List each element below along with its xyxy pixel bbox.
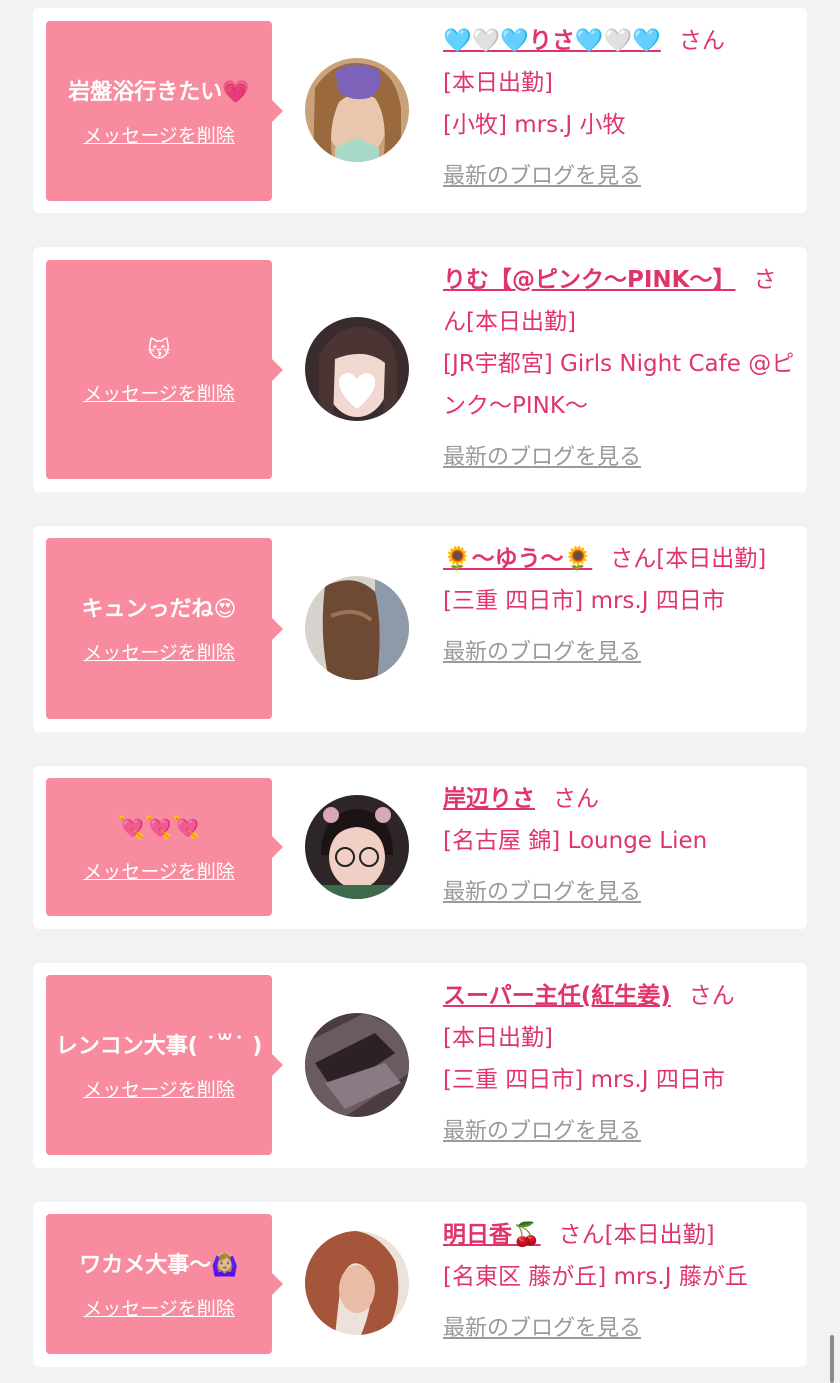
delete-message-link[interactable]: メッセージを削除 — [83, 1075, 235, 1102]
message-bubble: キュンっだね😍 メッセージを削除 — [46, 538, 283, 719]
avatar[interactable] — [305, 58, 409, 162]
sender-name-link[interactable]: 🌻〜ゆう〜🌻 — [443, 546, 592, 572]
message-card: 😽 メッセージを削除 りむ【@ピンク〜PINK〜】 さん[本日出勤] [JR宇都宮… — [33, 247, 807, 492]
view-blog-link[interactable]: 最新のブログを見る — [443, 632, 797, 674]
sender-name-link[interactable]: 岸辺りさ — [443, 786, 535, 812]
message-bubble: 岩盤浴行きたい💗 メッセージを削除 — [46, 21, 283, 201]
message-text: ワカメ大事〜🙆🏼‍♀️ — [79, 1252, 239, 1278]
view-blog-link[interactable]: 最新のブログを見る — [443, 1111, 797, 1153]
message-card: キュンっだね😍 メッセージを削除 🌻〜ゆう〜🌻 さん[本日出勤] [三重 四日市]… — [33, 526, 807, 732]
work-status: [本日出勤] — [443, 1025, 553, 1051]
sender-info: りむ【@ピンク〜PINK〜】 さん[本日出勤] [JR宇都宮] Girls Nig… — [443, 259, 797, 479]
work-status: [本日出勤] — [466, 309, 576, 335]
view-blog-link[interactable]: 最新のブログを見る — [443, 437, 797, 479]
honorific: さん — [558, 1222, 605, 1248]
shop-name: [名古屋 錦] Lounge Lien — [443, 828, 708, 854]
message-bubble: 😽 メッセージを削除 — [46, 260, 283, 479]
sender-info: 🩵🤍🩵りさ🩵🤍🩵 さん [本日出勤] [小牧] mrs.J 小牧 最新のブログを見… — [443, 20, 797, 198]
delete-message-link[interactable]: メッセージを削除 — [83, 638, 235, 665]
work-status: [本日出勤] — [656, 546, 767, 572]
work-status: [本日出勤] — [443, 70, 553, 96]
shop-name: [三重 四日市] mrs.J 四日市 — [443, 588, 725, 614]
message-bubble: 💘💘💘 メッセージを削除 — [46, 778, 283, 916]
view-blog-link[interactable]: 最新のブログを見る — [443, 1308, 797, 1350]
avatar[interactable] — [305, 576, 409, 680]
message-bubble: レンコン大事( ˙꒳˙ ) メッセージを削除 — [46, 975, 283, 1155]
message-text: レンコン大事( ˙꒳˙ ) — [55, 1033, 263, 1059]
shop-name: [小牧] mrs.J 小牧 — [443, 112, 626, 138]
message-text: 💘💘💘 — [117, 815, 201, 841]
message-card: 💘💘💘 メッセージを削除 岸辺りさ さん [名古屋 錦] Lounge Lien … — [33, 766, 807, 929]
sender-name-link[interactable]: 明日香🍒 — [443, 1222, 541, 1248]
delete-message-link[interactable]: メッセージを削除 — [83, 379, 235, 406]
sender-name-link[interactable]: 🩵🤍🩵りさ🩵🤍🩵 — [443, 28, 661, 54]
message-text: 😽 — [147, 338, 171, 363]
honorific: さん — [553, 786, 599, 812]
work-status: [本日出勤] — [604, 1222, 715, 1248]
message-card: 岩盤浴行きたい💗 メッセージを削除 🩵🤍🩵りさ🩵🤍🩵 さん [本日出勤] [小牧]… — [33, 8, 807, 213]
scrollbar[interactable] — [830, 1335, 834, 1383]
shop-name: [三重 四日市] mrs.J 四日市 — [443, 1067, 725, 1093]
view-blog-link[interactable]: 最新のブログを見る — [443, 872, 797, 914]
sender-name-link[interactable]: スーパー主任(紅生姜) — [443, 983, 671, 1009]
message-card: ワカメ大事〜🙆🏼‍♀️ メッセージを削除 明日香🍒 さん[本日出勤] [名東区 藤… — [33, 1202, 807, 1367]
avatar[interactable] — [305, 795, 409, 899]
shop-name: [JR宇都宮] Girls Night Cafe @ピンク〜PINK〜 — [443, 351, 795, 419]
message-text: 岩盤浴行きたい💗 — [68, 79, 250, 105]
delete-message-link[interactable]: メッセージを削除 — [83, 1294, 235, 1321]
delete-message-link[interactable]: メッセージを削除 — [83, 121, 235, 148]
sender-info: 🌻〜ゆう〜🌻 さん[本日出勤] [三重 四日市] mrs.J 四日市 最新のブログ… — [443, 538, 797, 674]
sender-info: 岸辺りさ さん [名古屋 錦] Lounge Lien 最新のブログを見る — [443, 778, 797, 914]
delete-message-link[interactable]: メッセージを削除 — [83, 857, 235, 884]
message-bubble: ワカメ大事〜🙆🏼‍♀️ メッセージを削除 — [46, 1214, 283, 1354]
honorific: さん — [678, 28, 725, 54]
message-card: レンコン大事( ˙꒳˙ ) メッセージを削除 スーパー主任(紅生姜) さん [本日… — [33, 963, 807, 1168]
sender-name-link[interactable]: りむ【@ピンク〜PINK〜】 — [443, 267, 736, 293]
avatar[interactable] — [305, 1013, 409, 1117]
sender-info: スーパー主任(紅生姜) さん [本日出勤] [三重 四日市] mrs.J 四日市 … — [443, 975, 797, 1153]
avatar[interactable] — [305, 317, 409, 421]
view-blog-link[interactable]: 最新のブログを見る — [443, 156, 797, 198]
sender-info: 明日香🍒 さん[本日出勤] [名東区 藤が丘] mrs.J 藤が丘 最新のブログを… — [443, 1214, 797, 1350]
honorific: さん — [688, 983, 735, 1009]
avatar[interactable] — [305, 1231, 409, 1335]
shop-name: [名東区 藤が丘] mrs.J 藤が丘 — [443, 1264, 748, 1290]
message-text: キュンっだね😍 — [81, 597, 237, 622]
honorific: さん — [610, 546, 657, 572]
